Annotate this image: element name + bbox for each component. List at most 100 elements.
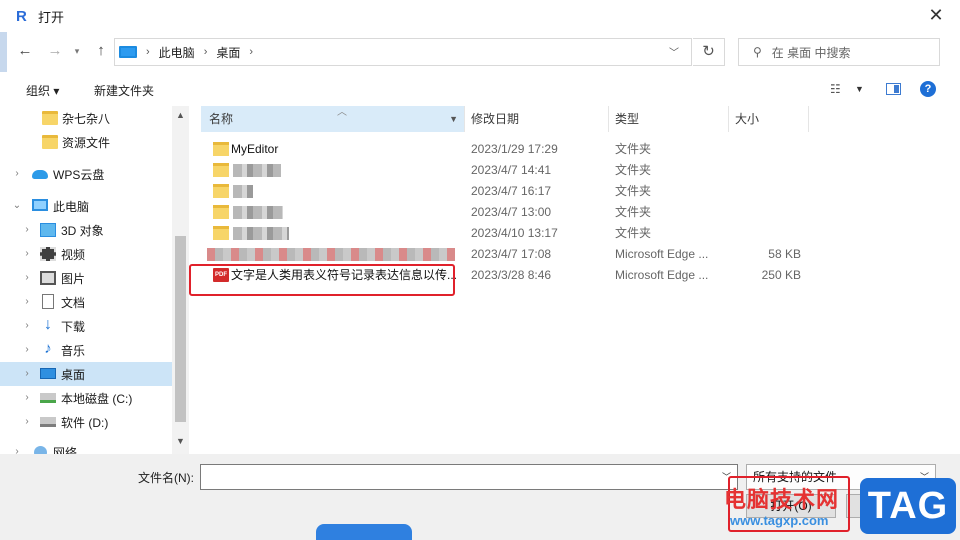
folder-icon xyxy=(42,135,58,149)
file-row[interactable]: 2023/4/7 16:17 文件夹 xyxy=(201,181,809,202)
nav-item-documents[interactable]: › 文档 xyxy=(0,290,172,314)
nav-item-label: 桌面 xyxy=(61,368,86,382)
nav-item-network[interactable]: › 网络 xyxy=(0,440,172,454)
preview-pane-icon[interactable] xyxy=(886,83,901,95)
chevron-right-icon[interactable]: › xyxy=(22,272,32,283)
redacted-filename xyxy=(233,206,283,219)
forward-arrow-icon[interactable]: → xyxy=(44,40,66,62)
close-icon[interactable]: ✕ xyxy=(926,5,946,25)
folder-icon xyxy=(213,205,229,219)
filename-input[interactable]: ﹀ xyxy=(200,464,738,490)
file-date: 2023/3/28 8:46 xyxy=(471,268,552,282)
nav-item-label: 文档 xyxy=(61,296,86,310)
chevron-right-icon[interactable]: › xyxy=(22,320,32,331)
scrollbar-thumb[interactable] xyxy=(175,236,186,422)
navigation-pane: 杂七杂八 资源文件 › WPS云盘 ⌄ 此电脑 › 3D 对象 › 视频 › 图… xyxy=(0,106,172,454)
file-date: 2023/4/7 17:08 xyxy=(471,247,552,261)
chevron-right-icon[interactable]: › xyxy=(22,296,32,307)
file-row[interactable]: 2023/4/7 13:00 文件夹 xyxy=(201,202,809,223)
navigation-scrollbar[interactable]: ▲ ▼ xyxy=(172,106,189,454)
redacted-filename xyxy=(207,248,455,261)
app-icon: R xyxy=(16,7,27,25)
organize-button[interactable]: 组织 ▾ xyxy=(26,82,59,99)
nav-item-label: 音乐 xyxy=(61,344,86,358)
file-date: 2023/4/10 13:17 xyxy=(471,226,558,240)
nav-item-downloads[interactable]: › ↓ 下载 xyxy=(0,314,172,338)
nav-item-this-pc[interactable]: ⌄ 此电脑 xyxy=(0,194,172,218)
nav-item-videos[interactable]: › 视频 xyxy=(0,242,172,266)
title-bar: R 打开 ✕ xyxy=(0,0,960,32)
file-row[interactable]: MyEditor 2023/1/29 17:29 文件夹 xyxy=(201,139,809,160)
nav-item-pictures[interactable]: › 图片 xyxy=(0,266,172,290)
back-arrow-icon[interactable]: ← xyxy=(14,40,36,62)
refresh-button[interactable]: ↻ xyxy=(693,38,725,66)
chevron-right-icon[interactable]: › xyxy=(249,46,253,58)
chevron-right-icon[interactable]: › xyxy=(22,344,32,355)
nav-item-drive-d[interactable]: › 软件 (D:) xyxy=(0,410,172,434)
file-row[interactable]: 2023/4/7 17:08 Microsoft Edge ... 58 KB xyxy=(201,244,809,265)
file-size: 58 KB xyxy=(768,247,801,261)
file-date: 2023/1/29 17:29 xyxy=(471,142,558,156)
scroll-up-icon[interactable]: ▲ xyxy=(172,110,189,120)
column-header-name[interactable]: ︿ 名称 ▼ xyxy=(201,106,465,132)
column-header-date[interactable]: 修改日期 xyxy=(465,106,609,132)
chevron-down-icon[interactable]: ﹀ xyxy=(669,44,679,59)
chevron-right-icon[interactable]: › xyxy=(22,392,32,403)
nav-item-wps-cloud[interactable]: › WPS云盘 xyxy=(0,162,172,186)
file-type: 文件夹 xyxy=(615,163,652,177)
nav-item-label: 下载 xyxy=(61,320,86,334)
file-row[interactable]: 2023/4/7 14:41 文件夹 xyxy=(201,160,809,181)
file-type: Microsoft Edge ... xyxy=(615,268,709,282)
chevron-right-icon[interactable]: › xyxy=(22,248,32,259)
documents-icon xyxy=(42,294,54,309)
computer-icon xyxy=(119,46,137,58)
folder-icon xyxy=(213,142,229,156)
view-options-icon[interactable]: ☷ xyxy=(830,82,841,96)
filename-label: 文件名(N): xyxy=(138,471,194,485)
recent-locations-chevron-icon[interactable]: ▾ xyxy=(70,40,84,62)
file-type: 文件夹 xyxy=(615,226,652,240)
chevron-down-icon[interactable]: ▼ xyxy=(855,84,864,94)
nav-item-3d-objects[interactable]: › 3D 对象 xyxy=(0,218,172,242)
window-title: 打开 xyxy=(38,9,65,25)
network-icon xyxy=(34,446,47,454)
chevron-down-icon[interactable]: ▼ xyxy=(449,106,458,132)
column-header-type[interactable]: 类型 xyxy=(609,106,729,132)
up-arrow-icon[interactable]: ↑ xyxy=(90,40,112,62)
breadcrumb-this-pc[interactable]: 此电脑 xyxy=(159,44,195,61)
chevron-right-icon[interactable]: › xyxy=(22,416,32,427)
help-icon[interactable]: ? xyxy=(920,81,936,97)
file-type: Microsoft Edge ... xyxy=(615,247,709,261)
file-date: 2023/4/7 13:00 xyxy=(471,205,552,219)
nav-item-desktop[interactable]: › 桌面 xyxy=(0,362,172,386)
chevron-right-icon[interactable]: › xyxy=(146,46,150,58)
nav-item-folder-2[interactable]: 资源文件 xyxy=(0,130,172,154)
nav-item-drive-c[interactable]: › 本地磁盘 (C:) xyxy=(0,386,172,410)
chevron-right-icon[interactable]: › xyxy=(12,446,22,454)
column-header-size[interactable]: 大小 xyxy=(729,106,809,132)
watermark-logo: TAG xyxy=(860,478,956,534)
nav-item-label: 图片 xyxy=(61,272,86,286)
chevron-right-icon[interactable]: › xyxy=(22,368,32,379)
scroll-down-icon[interactable]: ▼ xyxy=(172,436,189,446)
nav-item-music[interactable]: › ♪ 音乐 xyxy=(0,338,172,362)
desktop-icon xyxy=(40,368,56,379)
file-type: 文件夹 xyxy=(615,142,652,156)
address-bar[interactable]: › 此电脑 › 桌面 › ﹀ xyxy=(114,38,692,66)
chevron-right-icon[interactable]: › xyxy=(204,46,208,58)
nav-item-label: 视频 xyxy=(61,248,86,262)
file-size: 250 KB xyxy=(761,268,801,282)
file-type: 文件夹 xyxy=(615,205,652,219)
column-header-name-label: 名称 xyxy=(209,112,234,126)
nav-item-folder-1[interactable]: 杂七杂八 xyxy=(0,106,172,130)
breadcrumb-desktop[interactable]: 桌面 xyxy=(216,44,240,61)
new-folder-button[interactable]: 新建文件夹 xyxy=(94,82,154,99)
nav-item-label: WPS云盘 xyxy=(53,168,105,182)
search-input[interactable]: ⚲ 在 桌面 中搜索 xyxy=(738,38,940,66)
background-app-button xyxy=(316,524,412,540)
chevron-right-icon[interactable]: › xyxy=(12,168,22,179)
chevron-right-icon[interactable]: › xyxy=(22,224,32,235)
file-row[interactable]: 2023/4/10 13:17 文件夹 xyxy=(201,223,809,244)
chevron-down-icon[interactable]: ⌄ xyxy=(12,200,22,211)
file-date: 2023/4/7 14:41 xyxy=(471,163,552,177)
